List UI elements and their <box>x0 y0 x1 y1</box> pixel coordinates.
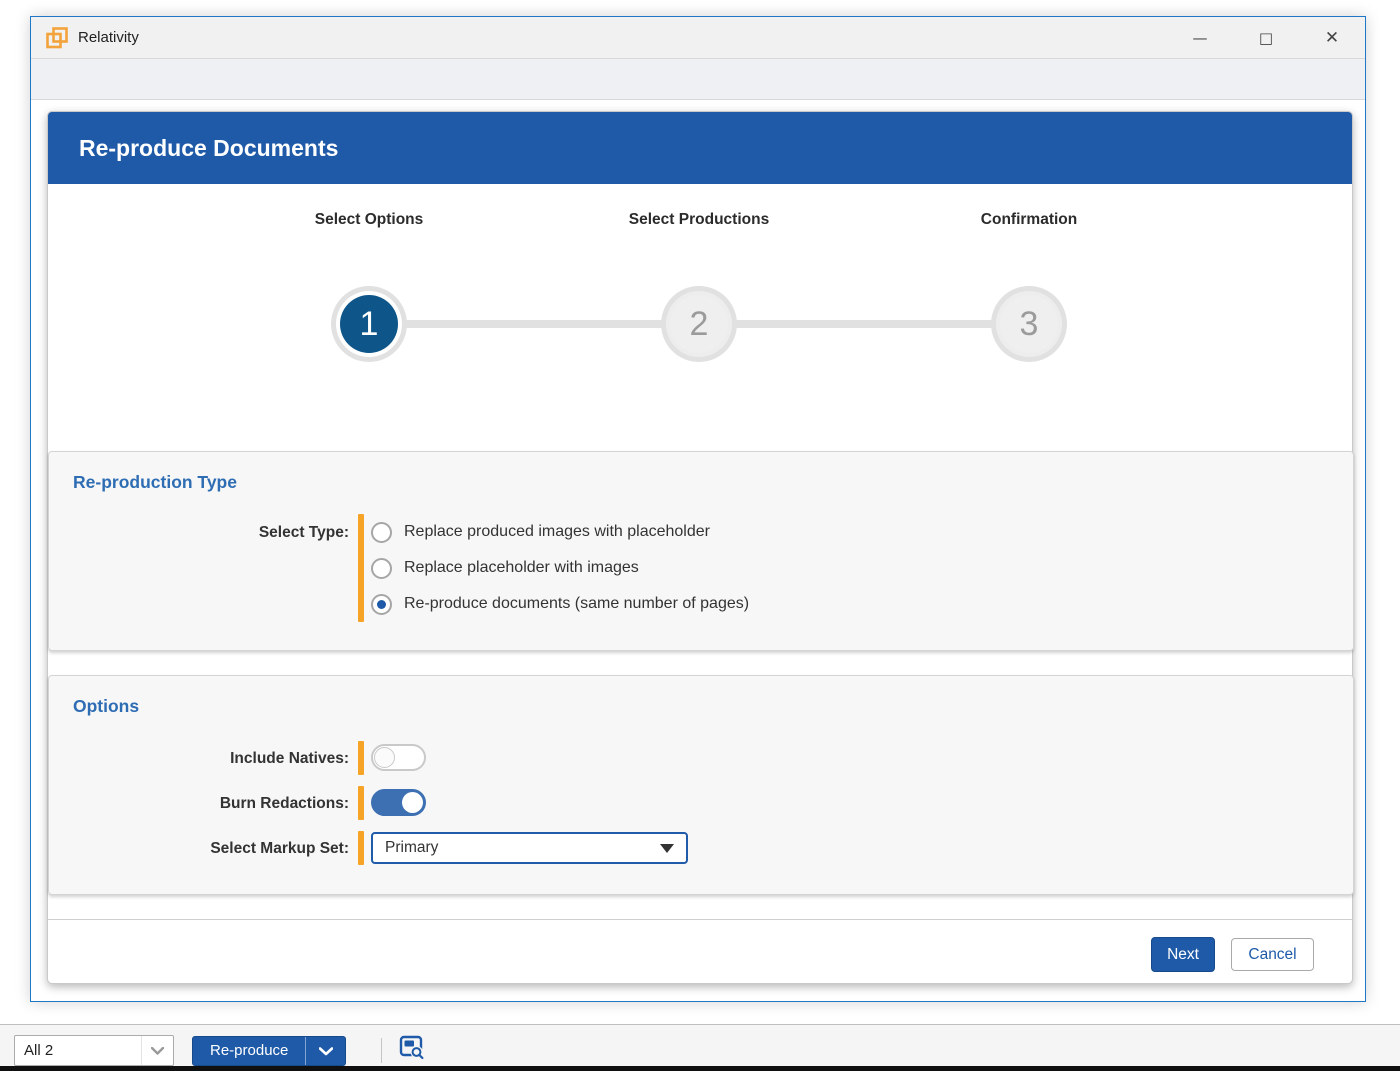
step-1-circle: 1 <box>331 286 407 362</box>
reproduce-button[interactable]: Re-produce <box>193 1037 305 1065</box>
toggle-knob <box>374 747 395 768</box>
select-markup-set-label: Select Markup Set: <box>49 840 349 858</box>
modal-area: Re-produce Documents Select Options Sele… <box>31 100 1365 999</box>
reproduce-menu-button[interactable] <box>305 1037 345 1065</box>
window-title: Relativity <box>78 29 139 46</box>
window-subheader-band <box>31 59 1365 100</box>
toggle-knob <box>402 792 423 813</box>
screen-bottom-edge <box>0 1066 1400 1071</box>
step-2-number: 2 <box>670 295 728 353</box>
step-1-number: 1 <box>340 295 398 353</box>
step-connector-1 <box>400 320 666 328</box>
step-1-label: Select Options <box>289 209 449 230</box>
relativity-logo-icon <box>45 26 69 50</box>
radio-reproduce-documents[interactable]: Re-produce documents (same number of pag… <box>371 586 749 622</box>
dropdown-caret-icon <box>660 844 674 853</box>
step-connector-2 <box>730 320 996 328</box>
select-type-label: Select Type: <box>49 524 349 542</box>
radio-button-selected-icon <box>371 594 392 615</box>
step-3-circle: 3 <box>991 286 1067 362</box>
radio-replace-placeholder-with-images[interactable]: Replace placeholder with images <box>371 550 749 586</box>
radio-button-icon <box>371 522 392 543</box>
window-titlebar: Relativity — □ ✕ <box>31 17 1365 59</box>
burn-redactions-label: Burn Redactions: <box>49 795 349 813</box>
preview-document-button[interactable] <box>393 1031 429 1063</box>
burn-redactions-toggle[interactable] <box>371 789 426 816</box>
footer-divider <box>48 919 1352 920</box>
options-section: Options Include Natives: Burn Redactions… <box>48 675 1354 895</box>
reproduction-type-heading: Re-production Type <box>73 472 237 493</box>
markup-set-dropdown[interactable]: Primary <box>371 832 688 864</box>
dialog-header: Re-produce Documents <box>48 112 1352 184</box>
step-2-label: Select Productions <box>619 209 779 230</box>
window-controls: — □ ✕ <box>1167 17 1365 58</box>
radio-label: Replace produced images with placeholder <box>404 523 710 541</box>
chevron-down-icon <box>141 1036 173 1065</box>
radio-label: Re-produce documents (same number of pag… <box>404 595 749 613</box>
include-natives-toggle[interactable] <box>371 744 426 771</box>
radio-label: Replace placeholder with images <box>404 559 639 577</box>
burn-redactions-accent-bar <box>358 786 364 820</box>
include-natives-accent-bar <box>358 741 364 775</box>
screen: All 2 Re-produce Relati <box>0 0 1400 1071</box>
document-range-select[interactable]: All 2 <box>14 1035 174 1066</box>
relativity-popup-window: Relativity — □ ✕ Re-produce Documents Se… <box>30 16 1366 1002</box>
wizard-stepper: Select Options Select Productions Confir… <box>48 184 1352 448</box>
cancel-button[interactable]: Cancel <box>1231 938 1314 971</box>
step-3-number: 3 <box>1000 295 1058 353</box>
markup-set-value: Primary <box>385 839 438 857</box>
step-3-label: Confirmation <box>949 209 1109 230</box>
toolbar-divider <box>381 1038 382 1063</box>
select-type-accent-bar <box>358 514 364 622</box>
reproduction-type-radio-group: Replace produced images with placeholder… <box>371 514 749 622</box>
maximize-button[interactable]: □ <box>1233 17 1299 58</box>
dialog-title: Re-produce Documents <box>79 135 338 162</box>
close-button[interactable]: ✕ <box>1299 17 1365 58</box>
options-heading: Options <box>73 696 139 717</box>
document-range-value: All 2 <box>15 1042 141 1059</box>
radio-button-icon <box>371 558 392 579</box>
markup-set-accent-bar <box>358 831 364 865</box>
reproduce-split-button: Re-produce <box>192 1036 346 1066</box>
viewer-bottom-toolbar: All 2 Re-produce <box>0 1024 1400 1066</box>
minimize-button[interactable]: — <box>1167 17 1233 58</box>
step-2-circle: 2 <box>661 286 737 362</box>
reproduction-type-section: Re-production Type Select Type: Replace … <box>48 451 1354 651</box>
next-button[interactable]: Next <box>1151 937 1215 972</box>
include-natives-label: Include Natives: <box>49 750 349 768</box>
reproduce-documents-dialog: Re-produce Documents Select Options Sele… <box>47 111 1353 984</box>
document-preview-icon <box>396 1032 426 1062</box>
radio-replace-images-with-placeholder[interactable]: Replace produced images with placeholder <box>371 514 749 550</box>
